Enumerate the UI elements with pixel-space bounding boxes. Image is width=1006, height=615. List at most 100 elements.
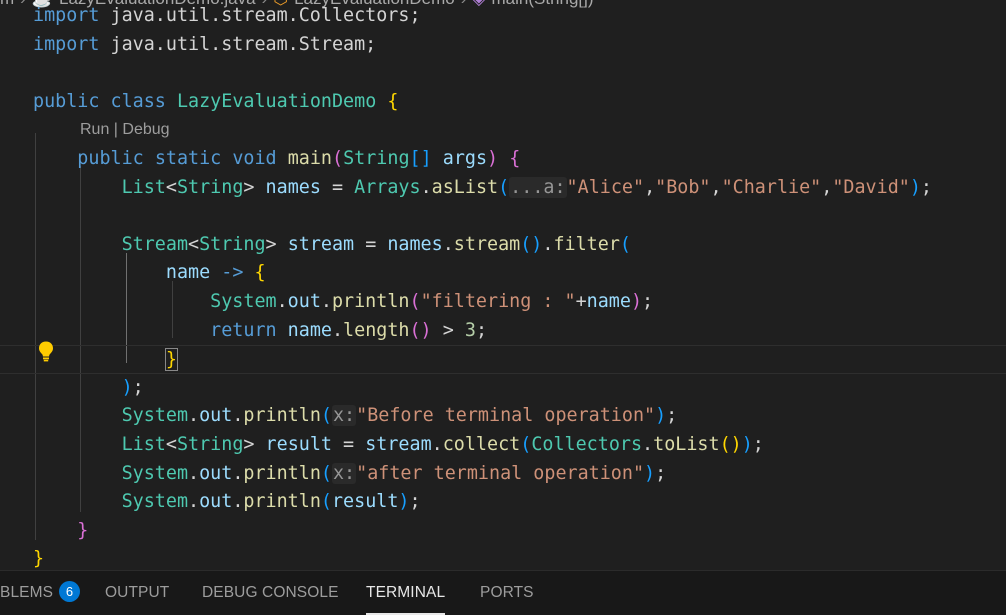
code-token: System <box>121 405 189 427</box>
inlay-hint: x: <box>331 462 357 484</box>
code-text: System.out.println("filtering : "+name); <box>33 288 653 317</box>
code-line[interactable]: import java.util.stream.Collectors; <box>0 2 1006 31</box>
code-token: asList <box>431 176 499 198</box>
code-token: String <box>176 434 244 455</box>
code-token: ; <box>655 462 667 484</box>
code-line[interactable]: System.out.println("filtering : "+name); <box>0 288 1006 317</box>
code-text: List<String> names = Arrays.asList(...a:… <box>33 174 932 203</box>
code-line[interactable]: } <box>0 545 1006 570</box>
code-token: names <box>387 233 443 255</box>
code-token: java.util.stream.Collectors; <box>99 5 421 26</box>
code-line[interactable]: return name.length() > 3; <box>0 317 1006 346</box>
codelens-run-debug[interactable]: Run | Debug <box>80 116 170 145</box>
code-token: { <box>254 262 266 284</box>
code-token: static <box>154 148 222 169</box>
code-text: public static void main(String[] args) { <box>33 145 520 174</box>
code-token: . <box>642 434 654 455</box>
code-token: () <box>719 434 742 455</box>
lightbulb-icon[interactable] <box>36 340 56 362</box>
code-token: < <box>165 434 177 455</box>
code-token: . <box>188 491 200 513</box>
code-text: } <box>33 517 88 546</box>
code-line[interactable] <box>0 202 1006 231</box>
code-token: "Charlie" <box>721 176 822 198</box>
code-token: { <box>509 148 521 169</box>
tab-ports[interactable]: PORTS <box>480 571 534 615</box>
code-token: return <box>210 319 277 341</box>
code-token: ) <box>398 491 410 513</box>
code-token: System <box>121 462 189 484</box>
code-line[interactable]: Stream<String> stream = names.stream().f… <box>0 231 1006 260</box>
code-token: "Alice" <box>566 176 645 198</box>
code-token: ; <box>475 319 488 341</box>
code-line[interactable]: name -> { <box>0 259 1006 288</box>
code-line[interactable]: List<String> names = Arrays.asList(...a:… <box>0 174 1006 203</box>
code-line[interactable]: System.out.println(x:"after terminal ope… <box>0 460 1006 489</box>
code-token: out <box>199 462 233 484</box>
code-token: Stream <box>121 233 189 255</box>
code-token: ( <box>320 491 332 513</box>
code-token: System <box>210 291 277 312</box>
code-token: String <box>176 176 244 198</box>
code-line[interactable]: } <box>0 345 1006 374</box>
code-token: stream <box>287 233 355 255</box>
code-token: "after terminal operation" <box>356 462 645 484</box>
code-editor[interactable]: import java.util.stream.Collectors; impor… <box>0 0 1006 570</box>
tab-problems-label: BLEMS <box>0 584 54 601</box>
code-line[interactable]: ); <box>0 374 1006 403</box>
code-text: System.out.println(x:"Before terminal op… <box>33 402 677 431</box>
code-line[interactable]: Run | Debug <box>0 116 1006 145</box>
tab-terminal[interactable]: TERMINAL <box>366 571 446 615</box>
code-token: , <box>710 176 722 198</box>
code-line[interactable]: System.out.println(x:"Before terminal op… <box>0 402 1006 431</box>
code-token: . <box>232 405 244 427</box>
code-line[interactable]: } <box>0 517 1006 546</box>
code-token: stream <box>365 434 432 455</box>
tab-debug-console-label: DEBUG CONSOLE <box>202 584 339 601</box>
code-text: public class LazyEvaluationDemo { <box>33 88 398 117</box>
code-token: -> <box>221 262 244 284</box>
tab-output[interactable]: OUTPUT <box>105 571 169 615</box>
code-line[interactable]: public static void main(String[] args) { <box>0 145 1006 174</box>
code-token: List <box>121 434 166 455</box>
code-token: "filtering : " <box>420 291 576 312</box>
code-token: . <box>442 233 454 255</box>
code-token: . <box>320 291 332 312</box>
code-token: } <box>33 548 45 570</box>
code-line[interactable]: import java.util.stream.Stream; <box>0 31 1006 60</box>
code-text: ); <box>33 374 144 403</box>
code-token: java.util.stream.Stream; <box>99 33 377 55</box>
code-token: { <box>387 90 399 112</box>
code-token: = <box>331 434 366 455</box>
code-token: [] <box>409 148 432 169</box>
code-token: ) <box>909 176 921 198</box>
panel-tab-bar: BLEMS 6 OUTPUT DEBUG CONSOLE TERMINAL POR… <box>0 570 1006 615</box>
code-line[interactable]: List<String> result = stream.collect(Col… <box>0 431 1006 460</box>
code-token: > <box>243 434 266 455</box>
tab-ports-label: PORTS <box>480 584 534 601</box>
tab-problems[interactable]: BLEMS 6 <box>0 571 81 615</box>
code-token: import <box>33 33 100 55</box>
code-token: ; <box>752 434 764 455</box>
code-line[interactable] <box>0 59 1006 88</box>
code-line[interactable]: public class LazyEvaluationDemo { <box>0 88 1006 117</box>
code-token: "David" <box>832 176 910 198</box>
code-token: "Before terminal operation" <box>356 405 656 427</box>
code-token: class <box>110 90 166 112</box>
tab-debug-console[interactable]: DEBUG CONSOLE <box>202 571 339 615</box>
code-token: List <box>121 176 166 198</box>
code-token: . <box>331 319 344 341</box>
code-line[interactable]: System.out.println(result); <box>0 488 1006 517</box>
code-token: ) <box>121 376 133 398</box>
code-token: System <box>121 491 189 513</box>
